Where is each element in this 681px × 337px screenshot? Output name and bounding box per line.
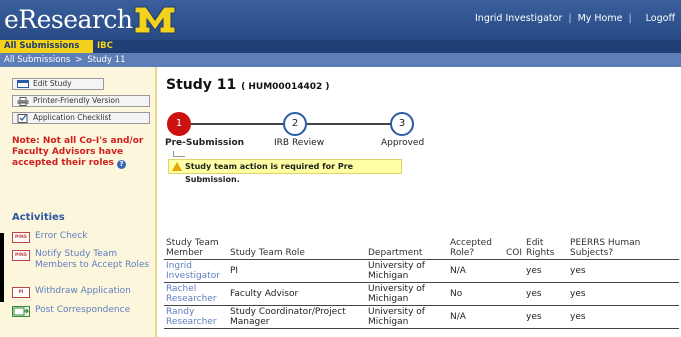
step-2-circle: 2 [283, 112, 307, 136]
user-links: Ingrid Investigator | My Home | Logoff [475, 13, 675, 24]
member-link[interactable]: Ingrid Investigator [164, 259, 228, 283]
edit-rights-cell: yes [524, 259, 569, 283]
coi-cell [504, 259, 525, 283]
eresearch-logo[interactable]: eResearch [4, 3, 176, 35]
step-2-label: IRB Review [274, 138, 325, 148]
edit-rights-cell: yes [524, 282, 569, 306]
breadcrumb-current: Study 11 [87, 55, 126, 65]
separator: | [628, 13, 632, 24]
accepted-cell: N/A [448, 305, 504, 329]
activity-badge-icon: PI [12, 287, 30, 298]
col-peerrs: PEERRS Human Subjects? [568, 235, 679, 260]
breadcrumb-separator: > [75, 55, 83, 65]
step-sub-indicator [173, 151, 185, 157]
edit-rights-cell: yes [524, 305, 569, 329]
logo-text: eResearch [4, 5, 133, 34]
accepted-cell: N/A [448, 259, 504, 283]
step-connector [307, 123, 391, 125]
department-cell: University of Michigan [366, 282, 448, 306]
tab-all-submissions[interactable]: All Submissions [0, 40, 93, 53]
checklist-icon [17, 114, 29, 123]
role-cell: PI [228, 259, 366, 283]
peerrs-cell: yes [568, 282, 679, 306]
department-cell: University of Michigan [366, 259, 448, 283]
activity-post-correspondence[interactable]: Post Correspondence [12, 305, 152, 317]
col-accepted: Accepted Role? [448, 235, 504, 260]
department-cell: University of Michigan [366, 305, 448, 329]
warning-text: Study team action is required for Pre Su… [185, 162, 354, 184]
edit-study-button[interactable]: Edit Study [12, 78, 104, 90]
coi-cell [504, 282, 525, 306]
step-connector [191, 123, 285, 125]
member-link[interactable]: Rachel Researcher [164, 282, 228, 306]
step-3-circle: 3 [390, 112, 414, 136]
activity-label: Withdraw Application [35, 286, 131, 296]
main-content: Study 11 ( HUM00014402 ) 1 2 3 Pre-Submi… [159, 67, 681, 337]
warning-icon [172, 162, 182, 171]
col-edit-rights: Edit Rights [524, 235, 569, 260]
coi-cell [504, 305, 525, 329]
study-name: Study 11 [166, 77, 237, 93]
separator: | [568, 13, 572, 24]
activities-heading: Activities [12, 212, 65, 223]
activity-error-check[interactable]: PINS Error Check [12, 231, 152, 243]
member-link[interactable]: Randy Researcher [164, 305, 228, 329]
logoff-link[interactable]: Logoff [646, 13, 675, 24]
study-team-table: Study Team Member Study Team Role Depart… [164, 235, 679, 329]
activity-badge-icon: PINS [12, 232, 30, 243]
study-title: Study 11 ( HUM00014402 ) [166, 77, 330, 93]
role-cell: Faculty Advisor [228, 282, 366, 306]
printer-friendly-button[interactable]: Printer-Friendly Version [12, 95, 150, 107]
study-id: ( HUM00014402 ) [241, 82, 330, 92]
my-home-link[interactable]: My Home [578, 13, 623, 24]
tab-bar: All Submissions IBC [0, 40, 681, 53]
left-sidebar: Edit Study Printer-Friendly Version Appl… [0, 67, 157, 337]
michigan-m-logo [134, 5, 176, 35]
help-icon[interactable]: ? [117, 160, 127, 169]
printer-icon [17, 97, 29, 106]
activity-label: Error Check [35, 231, 88, 241]
activity-notify-team[interactable]: PINS Notify Study Team Members to Accept… [12, 249, 152, 271]
table-row: Ingrid Investigator PI University of Mic… [164, 259, 679, 283]
col-role: Study Team Role [228, 235, 366, 260]
step-1-circle: 1 [167, 112, 191, 136]
breadcrumb: All Submissions > Study 11 [0, 53, 681, 67]
post-correspondence-icon [12, 306, 30, 317]
co-i-acceptance-note: Note: Not all Co-I's and/or Faculty Advi… [12, 136, 152, 169]
table-row: Randy Researcher Study Coordinator/Proje… [164, 305, 679, 329]
edit-study-label: Edit Study [33, 79, 72, 88]
application-checklist-button[interactable]: Application Checklist [12, 112, 150, 124]
peerrs-cell: yes [568, 259, 679, 283]
col-coi: COI [504, 235, 525, 260]
breadcrumb-all-submissions[interactable]: All Submissions [4, 53, 70, 67]
table-row: Rachel Researcher Faculty Advisor Univer… [164, 282, 679, 306]
edit-icon [17, 80, 29, 88]
left-edge-marker [0, 233, 4, 302]
col-member: Study Team Member [164, 235, 228, 260]
workflow-steps: 1 2 3 Pre-Submission IRB Review Approved [159, 107, 459, 157]
activity-badge-icon: PINS [12, 250, 30, 261]
action-required-warning: Study team action is required for Pre Su… [168, 159, 402, 184]
app-header: eResearch Ingrid Investigator | My Home … [0, 0, 681, 40]
printer-friendly-label: Printer-Friendly Version [33, 96, 120, 105]
activity-label: Notify Study Team Members to Accept Role… [35, 249, 150, 270]
step-3-label: Approved [381, 138, 425, 148]
col-department: Department [366, 235, 448, 260]
role-cell: Study Coordinator/Project Manager [228, 305, 366, 329]
application-checklist-label: Application Checklist [33, 113, 112, 122]
peerrs-cell: yes [568, 305, 679, 329]
accepted-cell: No [448, 282, 504, 306]
activity-withdraw-application[interactable]: PI Withdraw Application [12, 286, 152, 298]
tab-ibc[interactable]: IBC [93, 40, 117, 53]
table-header-row: Study Team Member Study Team Role Depart… [164, 235, 679, 260]
user-name-link[interactable]: Ingrid Investigator [475, 13, 562, 24]
activity-label: Post Correspondence [35, 305, 131, 315]
step-1-label: Pre-Submission [165, 138, 245, 148]
